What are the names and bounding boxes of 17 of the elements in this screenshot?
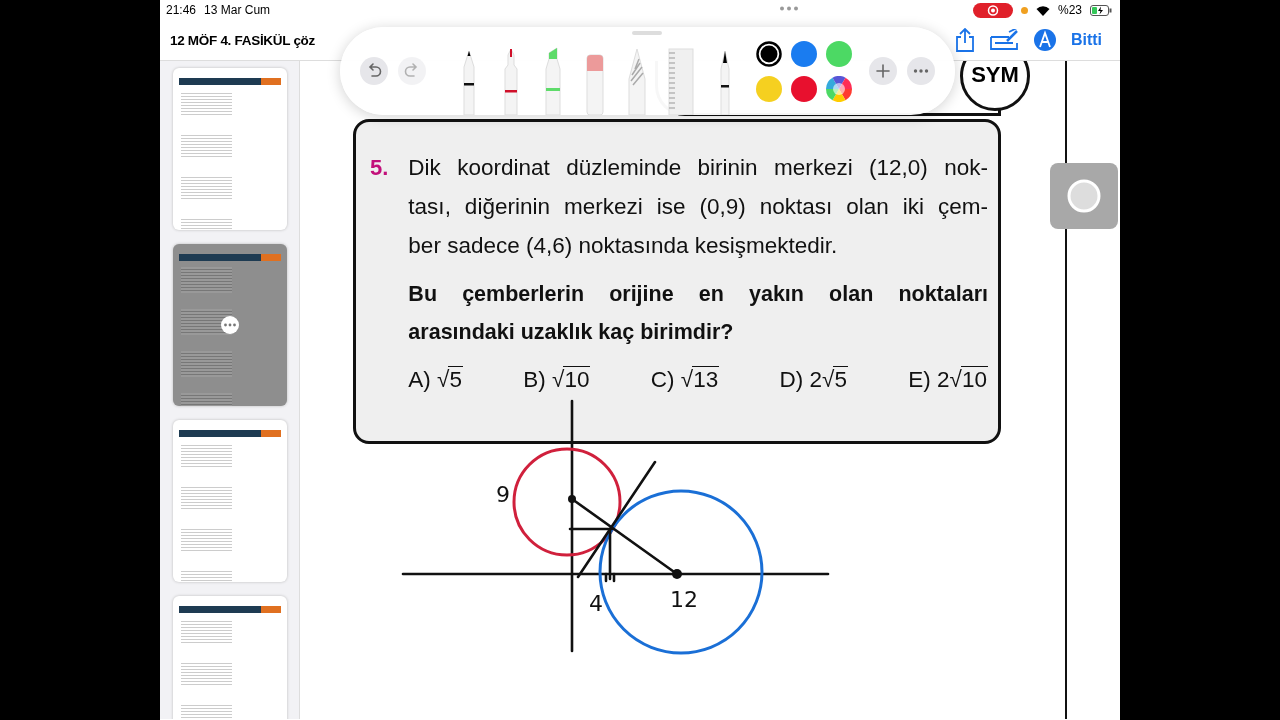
question-prompt: Bu çemberlerin orijine en yakın olan noktaları arasındaki uzaklık kaç birimdir?	[408, 281, 988, 346]
answer-option: D) 2√5	[779, 367, 848, 393]
question-text: Dik koordinat düzleminde birinin merkezi (12,0) nok- tası, diğerinin merkezi ise (0,9) noktası olan iki çem- ber sadece (4,6) noktasında kesişmektedir.	[408, 154, 988, 260]
status-date: 13 Mar Cum	[204, 3, 271, 17]
question-number: 5.	[370, 154, 389, 182]
answer-option: A) √5	[408, 367, 463, 393]
battery-percentage: %23	[1057, 3, 1082, 17]
document-title: 12 MÖF 4. FASİKÜL çöz	[170, 32, 315, 48]
answer-option: E) 2√10	[908, 367, 988, 393]
status-time: 21:46	[166, 3, 197, 17]
answer-option: C) √13	[650, 367, 720, 393]
done-button[interactable]: Bitti	[1070, 31, 1102, 49]
answer-option: B) √10	[523, 367, 591, 393]
handwritten-label: 4	[589, 591, 603, 616]
handwritten-label: 9	[496, 482, 510, 507]
publisher-logo: SYM	[960, 61, 1030, 111]
handwritten-label: 12	[670, 587, 698, 612]
